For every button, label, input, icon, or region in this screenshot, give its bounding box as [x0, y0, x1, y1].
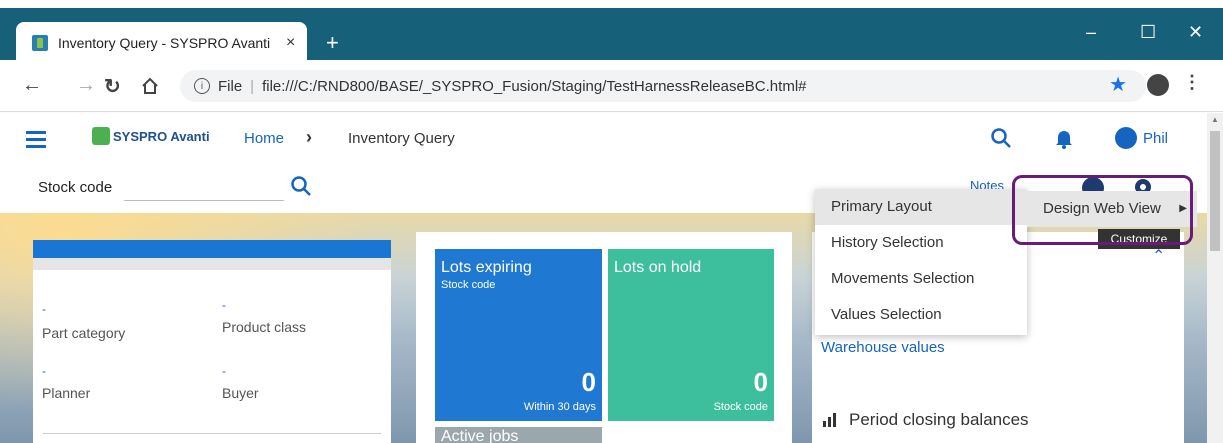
scroll-up-icon[interactable]: ▲: [1211, 115, 1219, 124]
divider: [43, 433, 381, 434]
stock-code-label: Stock code: [38, 179, 113, 196]
menu-item-history-selection[interactable]: History Selection: [815, 225, 1027, 261]
stock-search-icon[interactable]: [290, 175, 312, 197]
lots-expiring-tile[interactable]: Lots expiring Stock code 0 Within 30 day…: [435, 249, 602, 421]
maximize-button[interactable]: ☐: [1140, 22, 1156, 43]
buyer-label: Buyer: [222, 385, 259, 401]
menu-item-values-selection[interactable]: Values Selection: [815, 297, 1027, 333]
chevron-right-icon: ›: [306, 127, 312, 147]
period-closing-heading: Period closing balances: [823, 410, 1029, 430]
part-category-label: Part category: [42, 325, 126, 341]
bar-chart-icon: [823, 413, 839, 427]
url-text: file:///C:/RND800/BASE/_SYSPRO_Fusion/St…: [262, 77, 807, 95]
chevron-up-icon[interactable]: ⌃: [1152, 246, 1165, 266]
favicon-icon: [32, 35, 48, 51]
url-scheme: File: [218, 77, 243, 95]
browser-window: Inventory Query - SYSPRO Avanti × + – ☐ …: [0, 0, 1223, 443]
back-arrow-icon[interactable]: ←: [22, 74, 42, 97]
home-icon[interactable]: [140, 76, 160, 96]
tab-strip: Inventory Query - SYSPRO Avanti × + – ☐ …: [0, 8, 1223, 64]
planner-value: -: [42, 364, 46, 378]
app-header: SYSPRO Avanti Home › Inventory Query Phi…: [0, 113, 1207, 165]
search-icon[interactable]: [990, 127, 1012, 149]
user-name: Phil: [1143, 129, 1169, 147]
card-subheader: [33, 258, 391, 270]
info-icon[interactable]: i: [194, 78, 210, 94]
active-jobs-tile[interactable]: Active jobs: [435, 427, 602, 443]
hamburger-menu-icon[interactable]: [26, 131, 46, 148]
part-category-value: -: [42, 302, 46, 316]
tile-title: Lots expiring: [441, 259, 532, 276]
close-window-button[interactable]: ✕: [1188, 22, 1203, 43]
product-class-value: -: [222, 298, 226, 312]
tile-footer: Within 30 days: [523, 401, 596, 413]
more-menu-icon[interactable]: ⋮: [1183, 72, 1201, 93]
new-tab-button[interactable]: +: [326, 30, 339, 56]
lots-on-hold-tile[interactable]: Lots on hold 0 Stock code: [608, 249, 774, 421]
card-header: [33, 240, 391, 258]
syspro-logo-icon: [92, 127, 110, 145]
bell-icon[interactable]: [1053, 127, 1075, 149]
breadcrumb-current: Inventory Query: [348, 130, 455, 147]
tiles-card: Lots expiring Stock code 0 Within 30 day…: [416, 232, 792, 443]
profile-icon[interactable]: [1147, 74, 1169, 96]
warehouse-values-link[interactable]: Warehouse values: [821, 339, 945, 356]
url-field[interactable]: i File | file:///C:/RND800/BASE/_SYSPRO_…: [180, 70, 1146, 102]
page-scrollbar[interactable]: ▲: [1207, 113, 1223, 443]
url-separator: |: [250, 77, 255, 95]
stock-code-input[interactable]: [124, 177, 284, 201]
planner-label: Planner: [42, 385, 91, 401]
user-menu[interactable]: Phil: [1115, 127, 1168, 149]
buyer-value: -: [222, 364, 226, 378]
tile-value: 0: [581, 367, 596, 397]
customize-menu: Primary Layout History Selection Movemen…: [815, 189, 1027, 335]
minimize-button[interactable]: –: [1086, 22, 1096, 43]
tile-footer: Stock code: [713, 401, 768, 413]
product-class-label: Product class: [222, 319, 307, 335]
syspro-logo[interactable]: SYSPRO Avanti: [92, 127, 210, 145]
logo-text: SYSPRO Avanti: [113, 128, 210, 144]
bookmark-star-icon[interactable]: ★: [1109, 72, 1127, 97]
highlight-box: [1012, 175, 1193, 245]
title-bar: Inventory Query - SYSPRO Avanti × + – ☐ …: [0, 0, 1223, 64]
browser-tab[interactable]: Inventory Query - SYSPRO Avanti ×: [16, 22, 307, 64]
tile-title: Active jobs: [441, 428, 519, 443]
scroll-thumb[interactable]: [1210, 131, 1220, 251]
tab-close-icon[interactable]: ×: [286, 34, 295, 52]
tab-title: Inventory Query - SYSPRO Avanti: [58, 35, 271, 51]
tile-value: 0: [753, 367, 768, 397]
stock-info-card: - Part category - Product class - Planne…: [33, 240, 391, 443]
tile-title: Lots on hold: [614, 259, 702, 276]
reload-icon[interactable]: ↻: [104, 74, 121, 99]
forward-arrow-icon[interactable]: →: [76, 74, 96, 97]
address-bar: ← → ↻ i File | file:///C:/RND800/BASE/_S…: [0, 60, 1223, 112]
menu-item-movements-selection[interactable]: Movements Selection: [815, 261, 1027, 297]
tile-subtitle: Stock code: [441, 279, 496, 291]
period-closing-label: Period closing balances: [849, 410, 1029, 429]
breadcrumb-home[interactable]: Home: [244, 130, 284, 147]
user-avatar-icon: [1115, 127, 1137, 149]
menu-item-primary-layout[interactable]: Primary Layout: [815, 189, 1027, 225]
